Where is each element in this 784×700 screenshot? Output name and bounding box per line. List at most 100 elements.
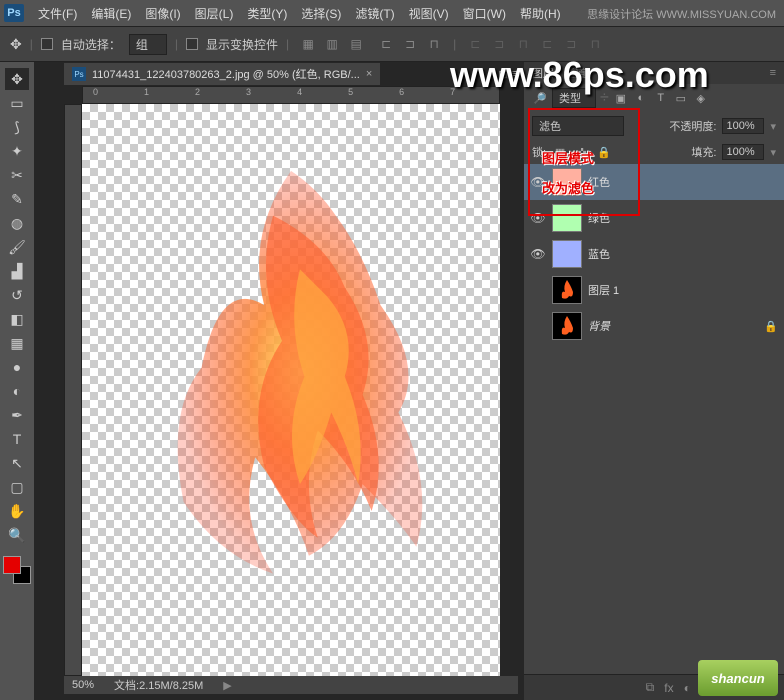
stamp-tool[interactable]: ▟ [5, 260, 29, 282]
align-icon[interactable]: ▤ [345, 33, 367, 55]
work-area: Ps 11074431_122403780263_2.jpg @ 50% (红色… [34, 62, 524, 700]
history-brush-tool[interactable]: ↺ [5, 284, 29, 306]
auto-select-dropdown[interactable]: 组 [129, 34, 167, 55]
layer-thumbnail[interactable] [552, 204, 582, 232]
document-tab[interactable]: Ps 11074431_122403780263_2.jpg @ 50% (红色… [64, 63, 380, 85]
status-bar: 50% 文档:2.15M/8.25M ▶ [64, 676, 518, 694]
eyedropper-tool[interactable]: ✎ [5, 188, 29, 210]
path-tool[interactable]: ↖ [5, 452, 29, 474]
layer-row[interactable]: 👁 绿色 [524, 200, 784, 236]
layer-row[interactable]: 背景 🔒 [524, 308, 784, 344]
layer-row[interactable]: 图层 1 [524, 272, 784, 308]
blend-mode-dropdown[interactable]: 滤色 [532, 116, 624, 136]
document-title: 11074431_122403780263_2.jpg @ 50% (红色, R… [92, 66, 360, 82]
opacity-label: 不透明度: [669, 118, 716, 134]
annotation-mode: 图层模式 [542, 148, 594, 167]
align-right-icon[interactable]: ⊓ [423, 33, 445, 55]
blur-tool[interactable]: ● [5, 356, 29, 378]
flame-artwork [112, 144, 470, 592]
lasso-tool[interactable]: ⟆ [5, 116, 29, 138]
shape-tool[interactable]: ▢ [5, 476, 29, 498]
annotation-change: 改为滤色 [542, 178, 594, 197]
lock-all-icon[interactable]: 🔒 [596, 145, 612, 159]
panel-menu-icon[interactable]: ≡ [770, 67, 776, 79]
close-tab-icon[interactable]: × [366, 68, 372, 80]
fill-label: 填充: [691, 144, 716, 160]
align-icon[interactable]: ▦ [297, 33, 319, 55]
hand-tool[interactable]: ✋ [5, 500, 29, 522]
menu-bar: Ps 文件(F) 编辑(E) 图像(I) 图层(L) 类型(Y) 选择(S) 滤… [0, 0, 784, 26]
menu-file[interactable]: 文件(F) [38, 5, 77, 22]
fill-input[interactable]: 100% [722, 144, 764, 160]
zoom-tool[interactable]: 🔍 [5, 524, 29, 546]
menu-help[interactable]: 帮助(H) [520, 5, 561, 22]
pen-tool[interactable]: ✒ [5, 404, 29, 426]
align-icon[interactable]: ▥ [321, 33, 343, 55]
mask-icon[interactable]: ◐ [684, 681, 691, 695]
canvas-area: 01234567 50% 文档:2.15M/8.25M ▶ [64, 86, 518, 694]
layer-name: 蓝色 [588, 246, 610, 262]
align-center-icon[interactable]: ⊐ [399, 33, 421, 55]
menu-type[interactable]: 类型(Y) [247, 5, 287, 22]
distribute-icon: ⊏ [536, 33, 558, 55]
menu-view[interactable]: 视图(V) [409, 5, 449, 22]
fg-color[interactable] [3, 556, 21, 574]
type-tool[interactable]: T [5, 428, 29, 450]
forum-label: 思缘设计论坛 WWW.MISSYUAN.COM [587, 6, 776, 22]
fx-icon[interactable]: fx [664, 681, 673, 695]
show-transform-checkbox[interactable] [186, 38, 198, 50]
menu-edit[interactable]: 编辑(E) [91, 5, 131, 22]
crop-tool[interactable]: ✂ [5, 164, 29, 186]
menu-window[interactable]: 窗口(W) [463, 5, 506, 22]
marquee-tool[interactable]: ▭ [5, 92, 29, 114]
visibility-icon[interactable] [530, 282, 546, 298]
distribute-icon: ⊏ [464, 33, 486, 55]
visibility-icon[interactable]: 👁 [530, 210, 546, 226]
dodge-tool[interactable]: ◐ [5, 380, 29, 402]
toolbox: ✥ ▭ ⟆ ✦ ✂ ✎ ◍ 🖌 ▟ ↺ ◧ ▦ ● ◐ ✒ T ↖ ▢ ✋ 🔍 [0, 62, 34, 700]
layer-name: 背景 [588, 318, 610, 334]
shancun-logo: shancun [698, 660, 778, 696]
distribute-icon: ⊓ [584, 33, 606, 55]
layer-row[interactable]: 👁 蓝色 [524, 236, 784, 272]
auto-select-label: 自动选择： [61, 36, 121, 53]
app-logo: Ps [4, 4, 24, 22]
visibility-icon[interactable]: 👁 [530, 246, 546, 262]
distribute-icon: ⊓ [512, 33, 534, 55]
doc-size: 文档:2.15M/8.25M [114, 677, 203, 693]
ruler-vertical [64, 104, 82, 676]
ruler-horizontal: 01234567 [82, 86, 500, 104]
color-swatch[interactable] [3, 556, 31, 584]
align-left-icon[interactable]: ⊏ [375, 33, 397, 55]
lock-icon: 🔒 [764, 320, 778, 333]
layer-thumbnail[interactable] [552, 312, 582, 340]
menu-image[interactable]: 图像(I) [145, 5, 180, 22]
move-tool[interactable]: ✥ [5, 68, 29, 90]
distribute-icon: ⊐ [488, 33, 510, 55]
eraser-tool[interactable]: ◧ [5, 308, 29, 330]
move-tool-icon: ✥ [10, 36, 22, 53]
zoom-level[interactable]: 50% [72, 679, 94, 691]
layer-name: 绿色 [588, 210, 610, 226]
brush-tool[interactable]: 🖌 [5, 236, 29, 258]
layers-list: 👁红色👁绿色👁蓝色图层 1背景🔒 [524, 164, 784, 674]
healing-tool[interactable]: ◍ [5, 212, 29, 234]
opacity-input[interactable]: 100% [722, 118, 764, 134]
menu-select[interactable]: 选择(S) [301, 5, 341, 22]
visibility-icon[interactable] [530, 318, 546, 334]
layer-thumbnail[interactable] [552, 276, 582, 304]
wand-tool[interactable]: ✦ [5, 140, 29, 162]
layer-name: 图层 1 [588, 282, 619, 298]
link-layers-icon[interactable]: ⧉ [646, 680, 655, 695]
distribute-icon: ⊐ [560, 33, 582, 55]
ps-icon: Ps [72, 67, 86, 81]
gradient-tool[interactable]: ▦ [5, 332, 29, 354]
show-transform-label: 显示变换控件 [206, 36, 278, 53]
menu-filter[interactable]: 滤镜(T) [355, 5, 394, 22]
watermark: www.86ps.com [450, 54, 709, 96]
menu-layer[interactable]: 图层(L) [195, 5, 234, 22]
layer-thumbnail[interactable] [552, 240, 582, 268]
canvas[interactable] [82, 104, 500, 676]
auto-select-checkbox[interactable] [41, 38, 53, 50]
panels: 图层 通道 ≡ 🔎 类型 ÷ ▣ ◐ T ▭ ◈ 滤色 不透明度: 100% ▾… [524, 62, 784, 700]
